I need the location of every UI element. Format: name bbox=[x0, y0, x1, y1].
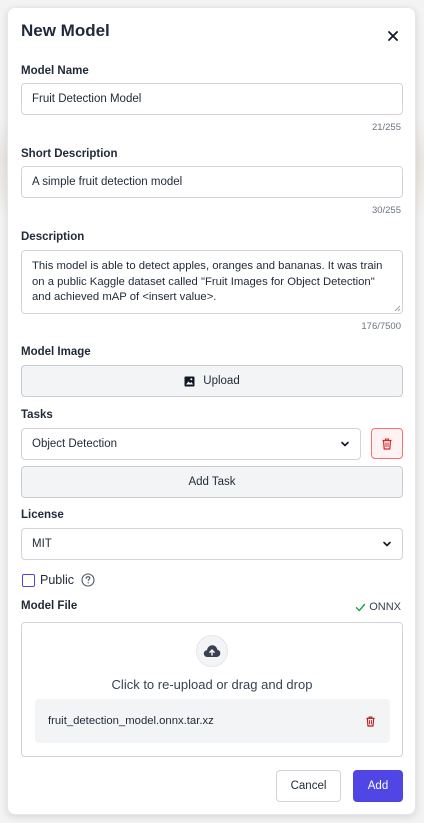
onnx-status-label: ONNX bbox=[369, 601, 401, 613]
short-description-label: Short Description bbox=[21, 148, 118, 160]
model-name-counter: 21/255 bbox=[371, 122, 401, 133]
check-icon bbox=[356, 603, 366, 611]
reupload-button[interactable] bbox=[196, 635, 228, 667]
task-select-value: Object Detection bbox=[32, 438, 118, 450]
chevron-down-icon bbox=[383, 541, 391, 547]
license-select-value: MIT bbox=[32, 538, 52, 550]
add-task-button[interactable]: Add Task bbox=[21, 466, 403, 498]
model-image-label: Model Image bbox=[21, 346, 91, 358]
description-counter: 176/7500 bbox=[361, 321, 401, 332]
description-label: Description bbox=[21, 231, 85, 243]
chevron-down-icon bbox=[341, 441, 349, 447]
public-label: Public bbox=[40, 573, 75, 587]
description-textarea[interactable]: This model is able to detect apples, ora… bbox=[21, 250, 403, 314]
license-label: License bbox=[21, 509, 64, 521]
short-description-counter: 30/255 bbox=[371, 205, 401, 216]
model-name-input[interactable] bbox=[21, 83, 403, 115]
public-checkbox[interactable] bbox=[22, 574, 35, 587]
model-file-label: Model File bbox=[21, 600, 78, 612]
license-select[interactable]: MIT bbox=[21, 528, 403, 560]
cloud-upload-icon bbox=[203, 645, 221, 657]
upload-image-button[interactable]: Upload bbox=[21, 365, 403, 397]
trash-icon bbox=[382, 437, 392, 450]
new-model-dialog: New Model Model Name 21/255 Short Descri… bbox=[7, 7, 416, 815]
tasks-label: Tasks bbox=[21, 409, 53, 421]
upload-image-label: Upload bbox=[203, 375, 240, 387]
delete-task-button[interactable] bbox=[371, 428, 403, 459]
close-icon bbox=[388, 31, 398, 41]
question-circle-icon[interactable] bbox=[81, 573, 95, 587]
uploaded-file-name: fruit_detection_model.onnx.tar.xz bbox=[48, 715, 214, 727]
cancel-button[interactable]: Cancel bbox=[276, 770, 341, 802]
dropzone-text: Click to re-upload or drag and drop bbox=[111, 677, 313, 692]
image-icon bbox=[184, 376, 195, 386]
resize-grip-icon[interactable] bbox=[394, 305, 401, 312]
trash-icon bbox=[365, 715, 375, 727]
add-button[interactable]: Add bbox=[353, 770, 403, 802]
model-name-label: Model Name bbox=[21, 65, 89, 77]
uploaded-file-item: fruit_detection_model.onnx.tar.xz bbox=[35, 699, 390, 743]
remove-file-button[interactable] bbox=[363, 714, 377, 728]
onnx-status: ONNX bbox=[355, 601, 401, 613]
close-button[interactable] bbox=[384, 27, 402, 45]
dialog-title: New Model bbox=[21, 21, 110, 40]
short-description-input[interactable] bbox=[21, 166, 403, 198]
task-select[interactable]: Object Detection bbox=[21, 428, 361, 460]
model-file-dropzone[interactable]: Click to re-upload or drag and drop frui… bbox=[21, 622, 403, 757]
